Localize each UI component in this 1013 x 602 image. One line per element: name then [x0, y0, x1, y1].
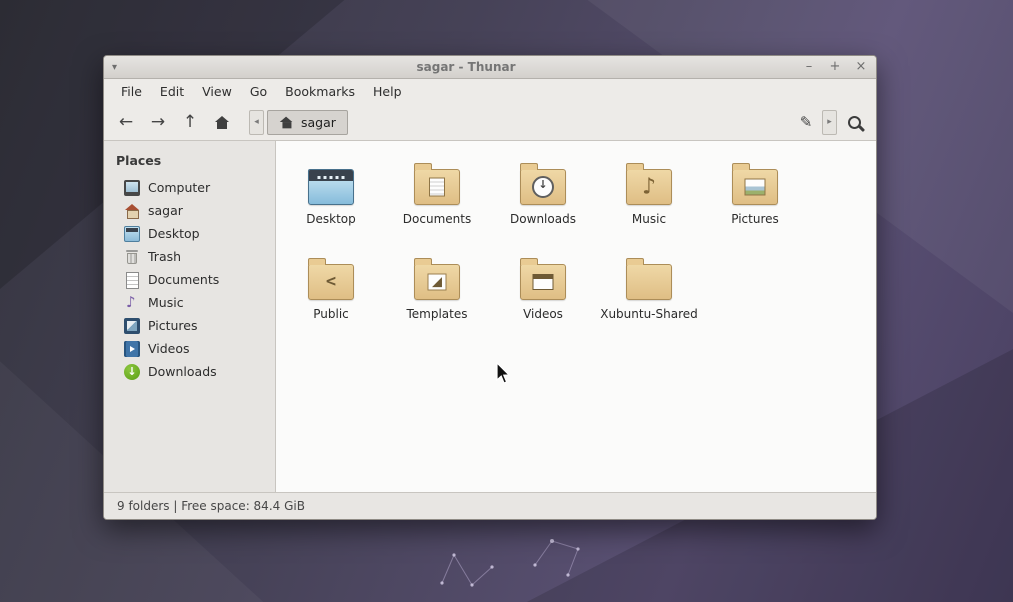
file-templates[interactable]: Templates	[384, 252, 490, 347]
picture-icon	[124, 318, 140, 334]
chevron-right-icon: ▸	[827, 117, 832, 127]
arrow-right-icon: →	[151, 112, 165, 132]
path-button-label: sagar	[301, 115, 336, 130]
sidebar-item-label: sagar	[148, 203, 183, 218]
up-button[interactable]: ↑	[175, 108, 205, 136]
menu-bar: File Edit View Go Bookmarks Help	[104, 79, 876, 104]
desktop-folder-icon	[308, 169, 354, 205]
places-sidebar: Places Computer sagar Desktop Trash Docu…	[104, 141, 276, 492]
path-scroll-left-button[interactable]: ◂	[249, 110, 264, 135]
videos-folder-icon	[520, 264, 566, 300]
status-text: 9 folders | Free space: 84.4 GiB	[117, 499, 305, 513]
file-label: Downloads	[510, 212, 576, 226]
documents-folder-icon	[414, 169, 460, 205]
file-label: Pictures	[731, 212, 779, 226]
sidebar-item-pictures[interactable]: Pictures	[104, 314, 275, 337]
back-button[interactable]: ←	[111, 108, 141, 136]
constellation-decoration	[420, 525, 610, 600]
public-folder-icon	[308, 264, 354, 300]
home-icon	[215, 116, 230, 129]
sidebar-item-downloads[interactable]: Downloads	[104, 360, 275, 383]
file-documents[interactable]: Documents	[384, 157, 490, 252]
edit-path-button[interactable]: ✎	[793, 108, 819, 136]
maximize-button[interactable]: +	[828, 60, 842, 74]
trash-icon	[124, 249, 140, 265]
file-label: Videos	[523, 307, 563, 321]
sidebar-item-label: Music	[148, 295, 184, 310]
music-note-icon	[124, 295, 140, 311]
arrow-up-icon: ↑	[183, 112, 197, 132]
sidebar-item-sagar[interactable]: sagar	[104, 199, 275, 222]
file-label: Public	[313, 307, 349, 321]
file-music[interactable]: Music	[596, 157, 702, 252]
sidebar-item-documents[interactable]: Documents	[104, 268, 275, 291]
file-downloads[interactable]: Downloads	[490, 157, 596, 252]
file-desktop[interactable]: Desktop	[278, 157, 384, 252]
computer-icon	[124, 180, 140, 196]
file-view[interactable]: Desktop Documents Downloads Music Pictur…	[276, 141, 876, 492]
arrow-left-icon: ←	[119, 112, 133, 132]
path-scroll-right-button[interactable]: ▸	[822, 110, 837, 135]
file-grid: Desktop Documents Downloads Music Pictur…	[276, 141, 876, 347]
home-button[interactable]	[207, 108, 237, 136]
title-bar[interactable]: ▾ sagar - Thunar – + ×	[104, 56, 876, 79]
music-folder-icon	[626, 169, 672, 205]
file-public[interactable]: Public	[278, 252, 384, 347]
thunar-window: ▾ sagar - Thunar – + × File Edit View Go…	[103, 55, 877, 520]
window-menu-icon[interactable]: ▾	[112, 62, 130, 73]
minimize-button[interactable]: –	[802, 60, 816, 74]
sidebar-item-music[interactable]: Music	[104, 291, 275, 314]
video-icon	[124, 341, 140, 357]
plain-folder-icon	[626, 264, 672, 300]
file-label: Desktop	[306, 212, 356, 226]
file-label: Templates	[406, 307, 467, 321]
search-icon	[848, 116, 861, 129]
menu-go[interactable]: Go	[241, 79, 276, 104]
pictures-folder-icon	[732, 169, 778, 205]
file-label: Xubuntu-Shared	[600, 307, 698, 321]
sidebar-item-trash[interactable]: Trash	[104, 245, 275, 268]
home-icon	[280, 116, 294, 128]
search-button[interactable]	[839, 108, 869, 136]
downloads-folder-icon	[520, 169, 566, 205]
chevron-left-icon: ◂	[254, 117, 259, 127]
sidebar-item-label: Documents	[148, 272, 219, 287]
window-title: sagar - Thunar	[130, 60, 802, 74]
menu-view[interactable]: View	[193, 79, 241, 104]
sidebar-item-label: Videos	[148, 341, 190, 356]
menu-file[interactable]: File	[112, 79, 151, 104]
sidebar-item-label: Downloads	[148, 364, 217, 379]
sidebar-item-videos[interactable]: Videos	[104, 337, 275, 360]
file-xubuntu-shared[interactable]: Xubuntu-Shared	[596, 252, 702, 347]
sidebar-item-label: Trash	[148, 249, 181, 264]
toolbar: ← → ↑ ◂ sagar ✎ ▸	[104, 104, 876, 141]
menu-bookmarks[interactable]: Bookmarks	[276, 79, 364, 104]
path-bar: ◂ sagar ✎ ▸	[249, 109, 837, 135]
file-label: Music	[632, 212, 666, 226]
mouse-cursor	[496, 362, 512, 386]
menu-help[interactable]: Help	[364, 79, 411, 104]
sidebar-item-computer[interactable]: Computer	[104, 176, 275, 199]
desktop-icon	[124, 226, 140, 242]
close-button[interactable]: ×	[854, 60, 868, 74]
pencil-icon: ✎	[800, 113, 813, 131]
forward-button[interactable]: →	[143, 108, 173, 136]
file-pictures[interactable]: Pictures	[702, 157, 808, 252]
templates-folder-icon	[414, 264, 460, 300]
file-label: Documents	[403, 212, 471, 226]
sidebar-item-label: Pictures	[148, 318, 198, 333]
status-bar: 9 folders | Free space: 84.4 GiB	[104, 492, 876, 519]
download-icon	[124, 364, 140, 380]
menu-edit[interactable]: Edit	[151, 79, 193, 104]
home-icon	[124, 203, 140, 219]
sidebar-item-desktop[interactable]: Desktop	[104, 222, 275, 245]
document-icon	[124, 272, 140, 288]
path-button-sagar[interactable]: sagar	[267, 110, 348, 135]
sidebar-item-label: Computer	[148, 180, 210, 195]
places-heading: Places	[116, 153, 275, 168]
file-videos[interactable]: Videos	[490, 252, 596, 347]
sidebar-item-label: Desktop	[148, 226, 200, 241]
